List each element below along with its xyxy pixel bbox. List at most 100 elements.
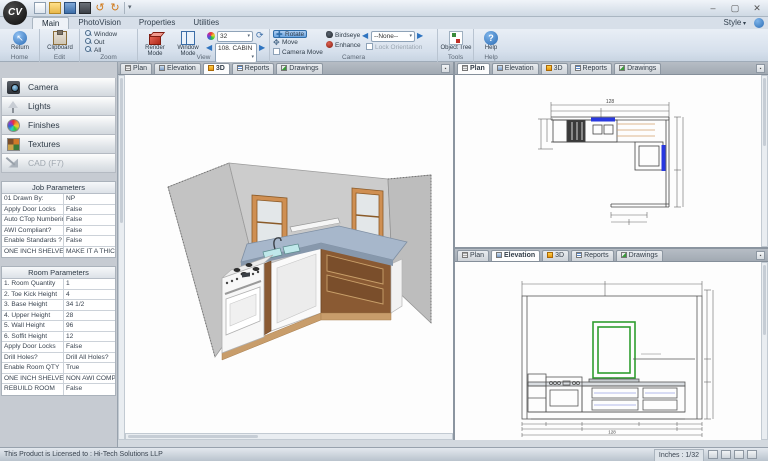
param-row[interactable]: 2. Toe Kick Height 4 bbox=[2, 290, 115, 301]
plan-selected-item-2[interactable] bbox=[662, 145, 666, 171]
rotate-button[interactable]: Rotate bbox=[273, 30, 307, 38]
move-button[interactable]: Move bbox=[273, 39, 298, 47]
param-value[interactable]: 96 bbox=[64, 321, 115, 331]
main-viewport-vscrollbar[interactable] bbox=[118, 75, 125, 440]
param-value[interactable]: MAKE IT A THICK SHEL bbox=[64, 247, 115, 258]
undo-icon[interactable] bbox=[94, 2, 106, 14]
main-3d-viewport[interactable] bbox=[118, 75, 453, 440]
param-row[interactable]: Enable Room QTY True bbox=[2, 363, 115, 374]
main-viewport-hscrollbar[interactable] bbox=[125, 433, 453, 440]
param-value[interactable]: False bbox=[64, 384, 115, 395]
redo-icon[interactable] bbox=[109, 2, 121, 14]
param-row[interactable]: Enable Standards ? False bbox=[2, 236, 115, 247]
tab-drawings[interactable]: Drawings bbox=[614, 63, 661, 74]
plan-viewport-vscrollbar[interactable] bbox=[761, 75, 768, 247]
minimize-button[interactable]: – bbox=[706, 2, 720, 14]
sync-view-button[interactable] bbox=[256, 31, 265, 39]
param-row[interactable]: Drill Holes? Drill All Holes? bbox=[2, 353, 115, 364]
clipboard-button[interactable]: Clipboard bbox=[43, 30, 77, 54]
param-row[interactable]: AWI Compliant? False bbox=[2, 226, 115, 237]
next-view-arrow[interactable]: ▶ bbox=[259, 42, 265, 53]
lock-orientation-checkbox[interactable]: Lock Orientation bbox=[366, 43, 422, 51]
tab-plan[interactable]: Plan bbox=[457, 63, 490, 74]
param-row[interactable]: 01 Drawn By: NP bbox=[2, 194, 115, 205]
tab-3d[interactable]: 3D bbox=[542, 250, 569, 261]
tab-properties[interactable]: Properties bbox=[130, 17, 184, 29]
elevation-selected-window[interactable] bbox=[593, 322, 635, 386]
app-logo[interactable]: CV bbox=[3, 1, 27, 25]
help-round-icon[interactable] bbox=[754, 18, 764, 28]
param-row[interactable]: 4. Upper Height 28 bbox=[2, 311, 115, 322]
elevation-viewport-pane-button[interactable]: ▪ bbox=[756, 251, 765, 260]
camera-tool-button[interactable]: Camera bbox=[1, 78, 116, 97]
param-row[interactable]: ONE INCH SHELVES? NON AWI COMPLIANT bbox=[2, 374, 115, 385]
tab-3d[interactable]: 3D bbox=[541, 63, 568, 74]
elevation-viewport-vscrollbar[interactable] bbox=[761, 262, 768, 440]
param-row[interactable]: Auto CTop Numbering? False bbox=[2, 215, 115, 226]
render-mode-button[interactable]: Render Mode bbox=[139, 30, 171, 54]
tab-plan[interactable]: Plan bbox=[457, 250, 489, 261]
tab-reports[interactable]: Reports bbox=[232, 63, 275, 74]
open-file-icon[interactable] bbox=[49, 2, 61, 14]
window-mode-button[interactable]: Window Mode bbox=[172, 30, 204, 54]
param-value[interactable]: NP bbox=[64, 194, 115, 204]
tab-3d[interactable]: 3D bbox=[203, 63, 230, 74]
param-value[interactable]: 12 bbox=[64, 332, 115, 342]
elevation-viewport[interactable]: 128 bbox=[455, 262, 768, 440]
plan-viewport-pane-button[interactable]: ▪ bbox=[756, 64, 765, 73]
object-tree-button[interactable]: Object Tree bbox=[439, 30, 473, 54]
zoom-window-button[interactable]: Window bbox=[85, 30, 117, 38]
param-value[interactable]: False bbox=[64, 342, 115, 352]
param-value[interactable]: 4 bbox=[64, 290, 115, 300]
return-button[interactable]: Return bbox=[3, 30, 37, 54]
param-row[interactable]: REBUILD ROOM False bbox=[2, 384, 115, 395]
param-row[interactable]: 1. Room Quantity 1 bbox=[2, 279, 115, 290]
param-row[interactable]: 6. Soffit Height 12 bbox=[2, 332, 115, 343]
zoom-out-button[interactable]: Out bbox=[85, 38, 104, 46]
param-value[interactable]: False bbox=[64, 226, 115, 236]
tab-reports[interactable]: Reports bbox=[571, 250, 614, 261]
tab-drawings[interactable]: Drawings bbox=[616, 250, 663, 261]
units-indicator[interactable]: Inches : 1/32 bbox=[654, 449, 704, 461]
textures-tool-button[interactable]: Textures bbox=[1, 135, 116, 154]
main-viewport-pane-button[interactable]: ▪ bbox=[441, 64, 450, 73]
status-icon-2[interactable] bbox=[734, 450, 744, 459]
param-value[interactable]: NON AWI COMPLIANT bbox=[64, 374, 115, 384]
param-value[interactable]: 34 1/2 bbox=[64, 300, 115, 310]
prev-orientation-arrow[interactable]: ◀ bbox=[362, 30, 368, 41]
param-value[interactable]: Drill All Holes? bbox=[64, 353, 115, 363]
tab-elevation[interactable]: Elevation bbox=[492, 63, 539, 74]
param-row[interactable]: Apply Door Locks False bbox=[2, 342, 115, 353]
new-file-icon[interactable] bbox=[34, 2, 46, 14]
param-row[interactable]: 3. Base Height 34 1/2 bbox=[2, 300, 115, 311]
param-value[interactable]: 1 bbox=[64, 279, 115, 289]
save-icon[interactable] bbox=[64, 2, 76, 14]
param-value[interactable]: False bbox=[64, 205, 115, 215]
param-value[interactable]: False bbox=[64, 236, 115, 246]
param-row[interactable]: ONE INCH SHELVES? MAKE IT A THICK SHEL bbox=[2, 247, 115, 258]
param-row[interactable]: 5. Wall Height 96 bbox=[2, 321, 115, 332]
tab-elevation[interactable]: Elevation bbox=[154, 63, 201, 74]
param-value[interactable]: False bbox=[64, 215, 115, 225]
tab-elevation[interactable]: Elevation bbox=[491, 250, 540, 261]
status-icon-1[interactable] bbox=[721, 450, 731, 459]
help-button[interactable]: Help bbox=[474, 30, 508, 54]
param-row[interactable]: Apply Door Locks False bbox=[2, 205, 115, 216]
qat-dropdown-icon[interactable] bbox=[128, 2, 132, 14]
prev-view-arrow[interactable]: ◀ bbox=[206, 42, 212, 53]
close-button[interactable]: ✕ bbox=[750, 2, 764, 14]
resize-grip-icon[interactable] bbox=[708, 450, 718, 459]
plan-selected-item[interactable] bbox=[591, 118, 615, 122]
param-value[interactable]: 28 bbox=[64, 311, 115, 321]
print-icon[interactable] bbox=[79, 2, 91, 14]
status-icon-3[interactable] bbox=[747, 450, 757, 459]
enhance-button[interactable]: Enhance bbox=[326, 41, 361, 49]
finishes-tool-button[interactable]: Finishes bbox=[1, 116, 116, 135]
zoom-all-button[interactable]: All bbox=[85, 46, 101, 54]
birdseye-button[interactable]: Birdseye bbox=[326, 31, 360, 39]
zoom-level-combo[interactable]: 32 bbox=[217, 31, 253, 42]
maximize-button[interactable]: ▢ bbox=[728, 2, 742, 14]
orientation-combo[interactable]: --None-- bbox=[371, 31, 415, 42]
tab-utilities[interactable]: Utilities bbox=[184, 17, 228, 29]
lights-tool-button[interactable]: Lights bbox=[1, 97, 116, 116]
